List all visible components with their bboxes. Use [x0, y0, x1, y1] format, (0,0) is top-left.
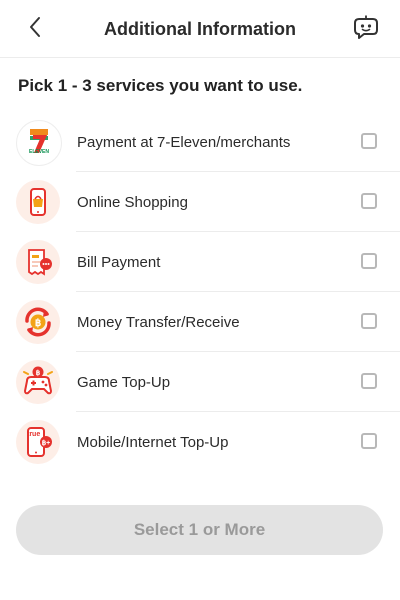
selection-prompt: Pick 1 - 3 services you want to use.: [18, 76, 303, 95]
seven-eleven-logo-icon: ELEVEN: [16, 120, 62, 166]
service-label: Bill Payment: [77, 254, 161, 271]
chatbot-icon[interactable]: [352, 13, 380, 46]
chatbot-button[interactable]: [350, 13, 382, 45]
game-topup-icon: ฿: [16, 360, 60, 404]
service-row-bill-payment[interactable]: Bill Payment: [0, 232, 400, 292]
true-logo-text: true: [27, 431, 41, 438]
service-checkbox[interactable]: [361, 433, 377, 449]
money-transfer-icon: ฿: [16, 300, 60, 344]
services-list: ELEVEN Payment at 7-Eleven/merchants Onl…: [0, 112, 400, 472]
service-row-seven-eleven[interactable]: ELEVEN Payment at 7-Eleven/merchants: [0, 112, 400, 172]
bill-payment-icon: [16, 240, 60, 284]
service-label: Money Transfer/Receive: [77, 314, 240, 331]
online-shopping-icon: [16, 180, 60, 224]
app-header: Additional Information: [0, 0, 400, 58]
service-checkbox[interactable]: [361, 193, 377, 209]
service-label: Online Shopping: [77, 194, 188, 211]
seven-eleven-logo-text: ELEVEN: [28, 149, 49, 155]
mobile-topup-icon: ฿+ true: [16, 420, 60, 464]
service-label: Mobile/Internet Top-Up: [77, 434, 229, 451]
svg-text:฿: ฿: [36, 369, 41, 377]
service-row-game-topup[interactable]: ฿ Game Top-Up: [0, 352, 400, 412]
service-row-online-shopping[interactable]: Online Shopping: [0, 172, 400, 232]
service-checkbox[interactable]: [361, 373, 377, 389]
svg-text:฿+: ฿+: [42, 439, 51, 447]
select-services-button[interactable]: Select 1 or More: [16, 505, 383, 555]
page-title: Additional Information: [104, 19, 296, 39]
service-row-money-transfer[interactable]: ฿ Money Transfer/Receive: [0, 292, 400, 352]
service-checkbox[interactable]: [361, 133, 377, 149]
service-label: Payment at 7-Eleven/merchants: [77, 134, 291, 151]
service-label: Game Top-Up: [77, 374, 171, 391]
service-checkbox[interactable]: [361, 253, 377, 269]
svg-text:฿: ฿: [35, 318, 41, 329]
service-row-mobile-topup[interactable]: ฿+ true Mobile/Internet Top-Up: [0, 412, 400, 472]
service-checkbox[interactable]: [361, 313, 377, 329]
